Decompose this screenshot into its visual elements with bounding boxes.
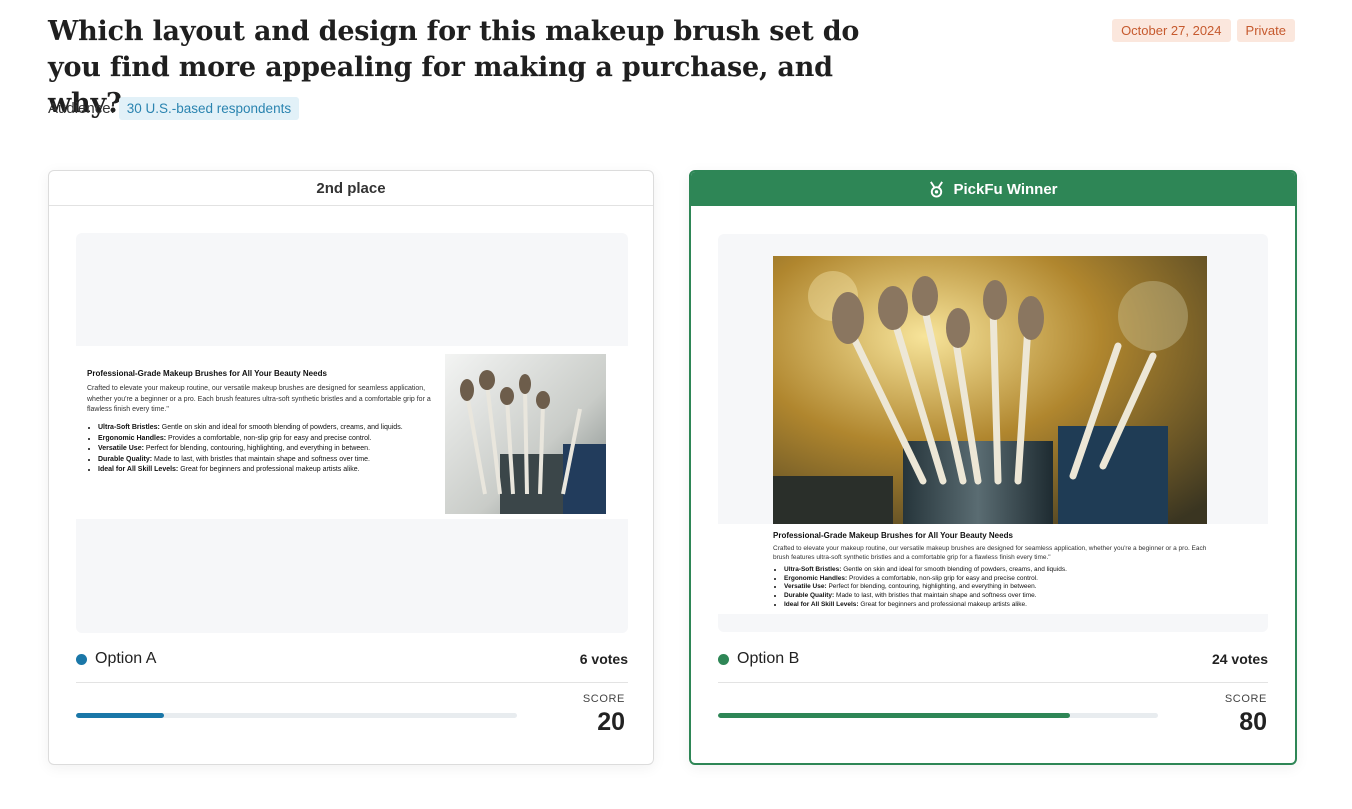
bullet-text: Made to last, with bristles that maintai…	[152, 455, 370, 463]
visibility-badge: Private	[1236, 19, 1295, 42]
medal-icon	[930, 180, 944, 198]
bullet-key: Versatile Use:	[784, 583, 827, 591]
option-b-row: Option B 24 votes	[718, 650, 1268, 668]
bullet-text: Gentle on skin and ideal for smooth blen…	[159, 424, 403, 431]
option-b-dot	[718, 653, 729, 665]
listing-bullet: Versatile Use: Perfect for blending, con…	[784, 583, 1213, 592]
listing-bullet: Ergonomic Handles: Provides a comfortabl…	[784, 575, 1213, 584]
bullet-text: Great for beginners and professional mak…	[178, 466, 360, 473]
score-label: SCORE	[1224, 693, 1267, 705]
bullet-text: Provides a comfortable, non-slip grip fo…	[166, 434, 372, 442]
listing-body: Crafted to elevate your makeup routine, …	[773, 545, 1207, 561]
listing-bullets: Ultra-Soft Bristles: Gentle on skin and …	[87, 423, 442, 476]
option-a-score-bar	[76, 713, 517, 718]
date-badge: October 27, 2024	[1112, 19, 1231, 42]
place-label: 2nd place	[316, 179, 386, 197]
option-a-score-fill	[76, 713, 165, 718]
option-b-score: SCORE 80	[1225, 693, 1267, 737]
bullet-key: Versatile Use:	[98, 445, 144, 452]
listing-preview: Professional-Grade Makeup Brushes for Al…	[76, 346, 628, 519]
listing-title: Professional-Grade Makeup Brushes for Al…	[773, 531, 1013, 540]
winner-label: PickFu Winner	[953, 180, 1058, 198]
audience: Audience: 30 U.S.-based respondents	[48, 97, 300, 120]
bullet-text: Great for beginners and professional mak…	[858, 600, 1027, 608]
listing-title: Professional-Grade Makeup Brushes for Al…	[87, 369, 327, 378]
option-b-score-bar	[718, 713, 1158, 718]
option-a-card[interactable]: 2nd place Professional-Grade Makeup Brus…	[48, 170, 654, 765]
bullet-key: Durable Quality:	[784, 592, 835, 600]
listing-bullet: Durable Quality: Made to last, with bris…	[98, 455, 442, 466]
listing-bullet: Ideal for All Skill Levels: Great for be…	[98, 465, 442, 476]
bullet-key: Ergonomic Handles:	[784, 574, 848, 582]
bullet-key: Ergonomic Handles:	[98, 434, 167, 442]
option-b-votes: 24 votes	[1211, 651, 1268, 667]
option-a-dot	[76, 653, 87, 665]
score-value: 80	[1239, 708, 1267, 736]
option-a-votes: 6 votes	[579, 651, 628, 667]
audience-label: Audience:	[48, 100, 115, 117]
card-header: PickFu Winner	[691, 172, 1295, 206]
listing-body: Crafted to elevate your makeup routine, …	[87, 385, 431, 413]
option-b-score-fill	[718, 713, 1070, 718]
bullet-text: Made to last, with bristles that maintai…	[834, 592, 1037, 600]
option-a-image[interactable]: Professional-Grade Makeup Brushes for Al…	[76, 233, 628, 633]
divider	[76, 682, 628, 683]
option-b-image[interactable]: Professional-Grade Makeup Brushes for Al…	[718, 234, 1268, 632]
bullet-text: Perfect for blending, contouring, highli…	[826, 583, 1037, 591]
listing-preview: Professional-Grade Makeup Brushes for Al…	[718, 524, 1268, 614]
listing-bullet: Ultra-Soft Bristles: Gentle on skin and …	[98, 423, 442, 434]
option-b-card[interactable]: PickFu Winner Professional-Grade Makeup …	[689, 170, 1297, 765]
option-a-score: SCORE 20	[583, 693, 625, 737]
audience-tag[interactable]: 30 U.S.-based respondents	[118, 97, 300, 120]
listing-bullets: Ultra-Soft Bristles: Gentle on skin and …	[773, 566, 1213, 610]
bullet-key: Ideal for All Skill Levels:	[784, 600, 859, 608]
option-a-row: Option A 6 votes	[76, 650, 628, 668]
bullet-text: Provides a comfortable, non-slip grip fo…	[847, 574, 1038, 582]
bullet-key: Ultra-Soft Bristles:	[98, 424, 160, 431]
option-a-name: Option A	[95, 650, 157, 667]
score-label: SCORE	[582, 693, 625, 705]
meta-badges: October 27, 2024 Private	[1112, 19, 1295, 42]
listing-bullet: Durable Quality: Made to last, with bris…	[784, 592, 1213, 601]
bullet-text: Perfect for blending, contouring, highli…	[143, 445, 371, 452]
brush-photo	[445, 354, 606, 514]
divider	[718, 682, 1268, 683]
bullet-text: Gentle on skin and ideal for smooth blen…	[841, 566, 1067, 573]
bullet-key: Ideal for All Skill Levels:	[98, 466, 179, 473]
score-value: 20	[597, 708, 625, 736]
listing-bullet: Versatile Use: Perfect for blending, con…	[98, 444, 442, 455]
brush-photo	[773, 256, 1207, 524]
listing-bullet: Ergonomic Handles: Provides a comfortabl…	[98, 434, 442, 445]
option-b-name: Option B	[737, 650, 800, 667]
listing-bullet: Ultra-Soft Bristles: Gentle on skin and …	[784, 566, 1213, 575]
card-header: 2nd place	[49, 171, 653, 206]
bullet-key: Ultra-Soft Bristles:	[784, 566, 842, 573]
bullet-key: Durable Quality:	[98, 455, 153, 463]
listing-bullet: Ideal for All Skill Levels: Great for be…	[784, 601, 1213, 610]
